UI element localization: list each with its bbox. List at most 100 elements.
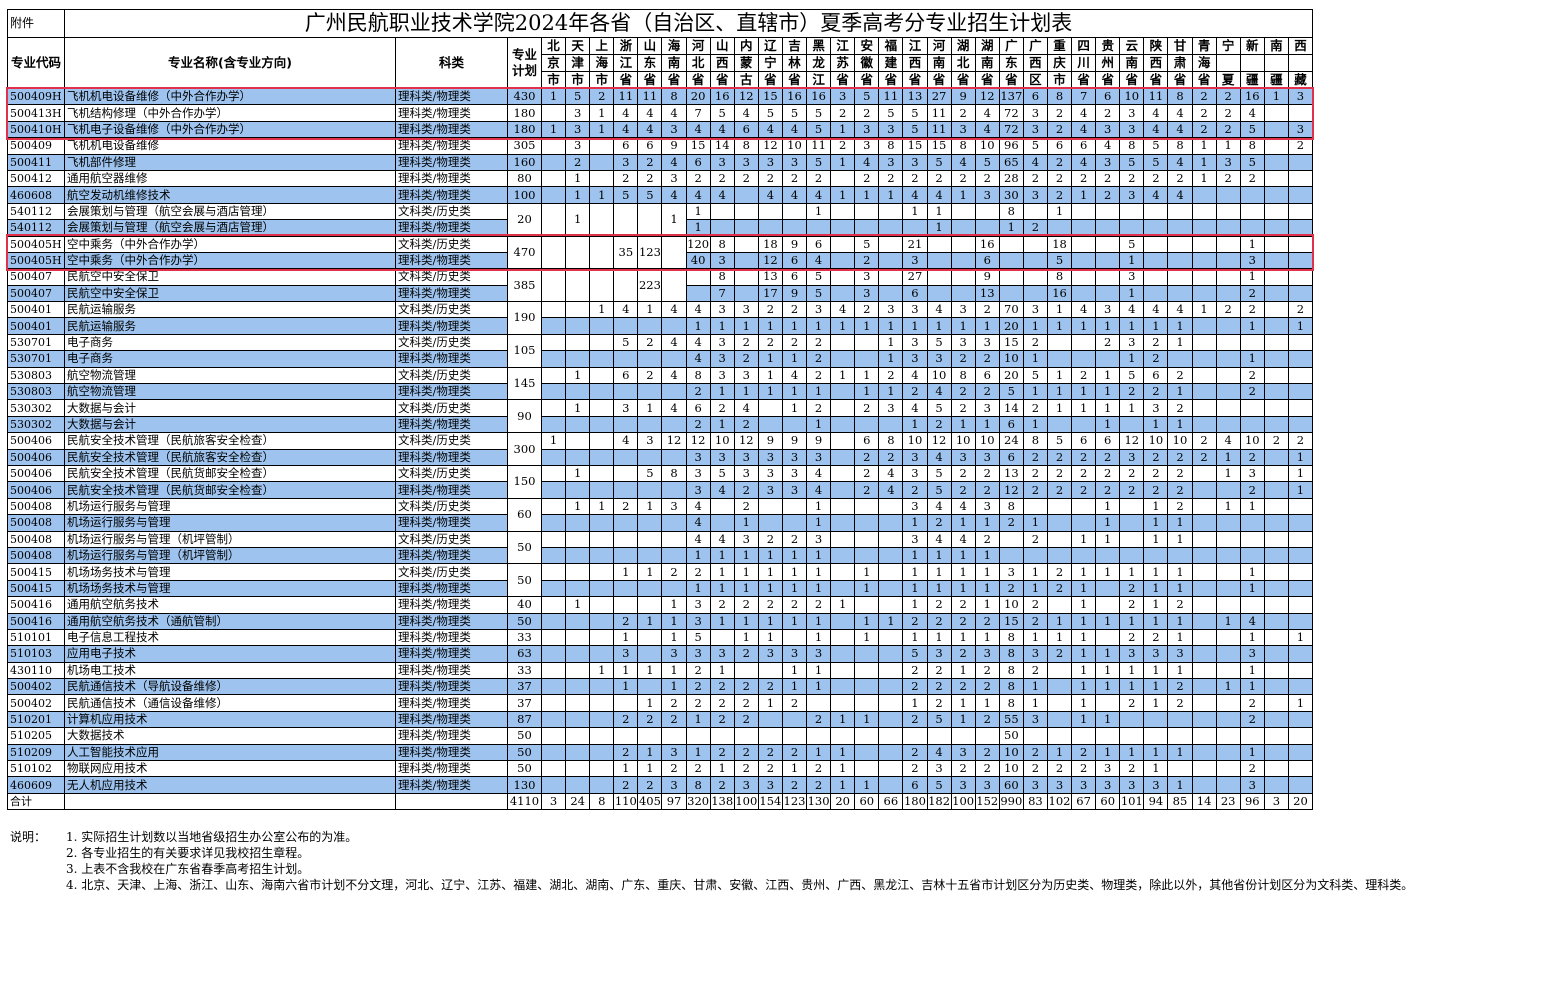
province-count: 5	[757, 104, 783, 122]
province-count	[926, 251, 952, 270]
subject-category: 理科类/物理类	[395, 383, 508, 401]
province-count: 1	[757, 563, 783, 581]
province-count: 16	[974, 235, 1000, 253]
province-count	[1263, 235, 1289, 253]
province-count	[830, 432, 856, 450]
province-count: 1	[878, 186, 904, 204]
province-count	[1287, 760, 1314, 778]
province-count: 4	[902, 399, 928, 417]
province-count: 2	[854, 448, 880, 466]
province-count: 1	[806, 383, 832, 401]
province-count	[1191, 186, 1217, 204]
province-count: 1	[950, 415, 976, 434]
province-count: 3	[757, 481, 783, 499]
province-count	[1071, 268, 1097, 286]
province-count	[1215, 579, 1241, 598]
province-count	[854, 694, 880, 712]
province-count: 13	[974, 284, 1000, 303]
province-count: 2	[733, 169, 759, 188]
header-province: 北	[950, 54, 976, 72]
province-count: 2	[685, 169, 711, 188]
province-count: 2	[637, 710, 663, 729]
province-count	[540, 530, 567, 548]
province-count: 8	[950, 137, 976, 155]
province-count: 1	[589, 301, 615, 319]
province-count	[902, 219, 928, 237]
province-count: 2	[1095, 464, 1121, 483]
province-count: 8	[709, 235, 735, 253]
province-count	[854, 678, 880, 696]
subject-category: 理科类/物理类	[395, 694, 508, 712]
province-count: 6	[902, 776, 928, 794]
province-count: 3	[950, 776, 976, 794]
major-code: 500408	[7, 497, 65, 516]
province-count: 2	[1046, 760, 1073, 778]
province-count: 1	[806, 563, 832, 581]
province-count	[878, 710, 904, 729]
province-count: 1	[854, 186, 880, 204]
province-count: 10	[950, 432, 976, 450]
table-row: 510205 大数据技术 理科类/物理类 50 50	[7, 727, 1314, 745]
province-count: 3	[974, 645, 1000, 663]
province-count: 1	[589, 186, 615, 204]
province-count: 1	[613, 661, 639, 680]
province-count: 4	[854, 153, 880, 171]
province-count	[589, 350, 615, 368]
province-count: 4	[661, 104, 687, 122]
province-count: 2	[854, 464, 880, 483]
province-count: 15	[926, 137, 952, 155]
province-count: 1	[1071, 399, 1097, 417]
province-count: 1	[806, 612, 832, 630]
province-count	[1287, 530, 1314, 548]
province-count: 27	[926, 87, 952, 106]
province-count: 4	[709, 120, 735, 139]
province-count	[1046, 546, 1073, 565]
subject-category: 理科类/物理类	[395, 284, 508, 303]
province-count: 3	[781, 481, 808, 499]
province-count: 1	[565, 464, 591, 483]
province-count: 1	[854, 317, 880, 335]
province-count: 1	[781, 612, 808, 630]
province-count	[1287, 661, 1314, 680]
province-count: 1	[1143, 497, 1169, 516]
province-count: 5	[806, 268, 832, 286]
province-count	[1022, 251, 1048, 270]
province-count: 2	[733, 645, 759, 663]
province-count: 2	[1071, 760, 1097, 778]
province-count: 3	[902, 251, 928, 270]
province-count: 1	[1143, 678, 1169, 696]
header-province: 云	[1119, 37, 1145, 55]
province-count: 1	[1143, 661, 1169, 680]
province-count: 1	[685, 317, 711, 335]
province-count: 5	[1119, 366, 1145, 385]
province-count: 1	[806, 415, 832, 434]
header-province: 西	[1287, 37, 1314, 55]
province-count: 4	[1022, 153, 1048, 171]
province-count: 1	[902, 546, 928, 565]
province-count	[589, 628, 615, 647]
major-plan: 37	[507, 694, 542, 712]
province-count	[1191, 776, 1217, 794]
province-count: 6	[1143, 366, 1169, 385]
province-count: 1	[950, 628, 976, 647]
province-count	[974, 727, 1000, 745]
province-count	[878, 661, 904, 680]
province-count: 2	[733, 596, 759, 614]
province-count	[781, 514, 808, 532]
province-count: 1	[733, 628, 759, 647]
province-count: 4	[1071, 301, 1097, 319]
province-count	[709, 202, 735, 221]
province-count: 4	[613, 432, 639, 450]
province-count: 2	[1215, 120, 1241, 139]
province-count: 1	[830, 186, 856, 204]
table-row: 500408 机场运行服务与管理（机坪管制） 理科类/物理类 1 1 1 1 1 1 1 1 1 1	[7, 546, 1314, 565]
province-count	[1215, 596, 1241, 614]
province-count: 5	[806, 104, 832, 122]
province-count	[589, 694, 615, 712]
province-count: 3	[854, 284, 880, 303]
province-count: 3	[709, 350, 735, 368]
province-count	[1095, 235, 1121, 253]
major-code: 500406	[7, 464, 65, 483]
province-count	[613, 464, 639, 483]
major-name: 机场运行服务与管理	[64, 497, 396, 516]
